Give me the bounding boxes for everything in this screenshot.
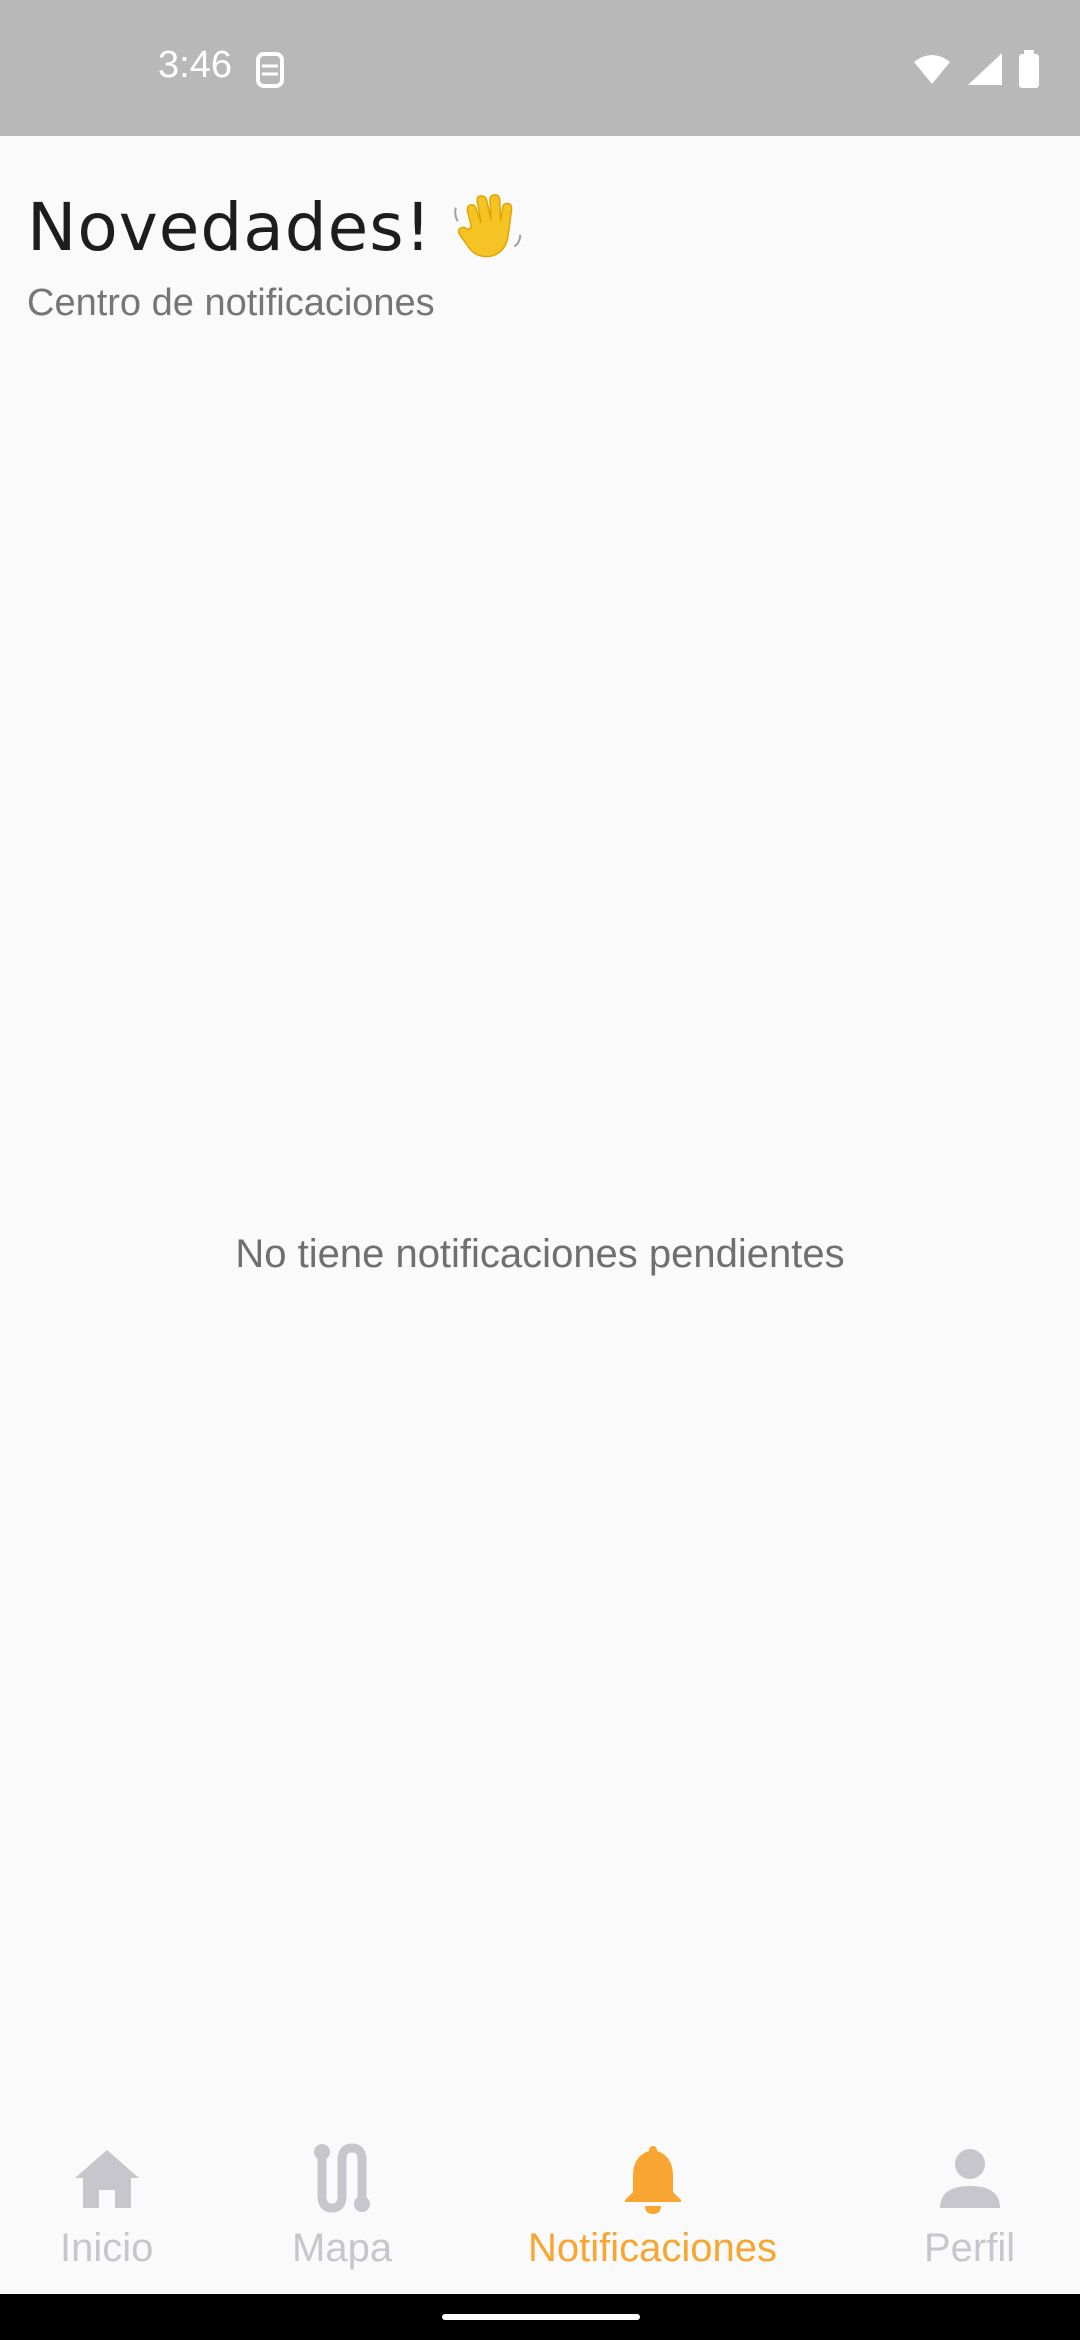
bell-icon	[624, 2146, 681, 2214]
home-icon	[74, 2150, 139, 2208]
sim-icon	[256, 52, 284, 88]
nav-item-inicio[interactable]: Inicio	[60, 2138, 153, 2271]
empty-state-message: No tiene notificaciones pendientes	[235, 1232, 845, 1276]
person-icon	[939, 2149, 1000, 2208]
nav-label-inicio: Inicio	[60, 2226, 154, 2270]
nav-label-perfil: Perfil	[924, 2226, 1016, 2270]
page-title-text: Novedades!	[27, 188, 433, 266]
nav-item-mapa[interactable]: Mapa	[292, 2138, 392, 2271]
page-header: Novedades! Centro de notificaciones	[27, 188, 528, 325]
signal-icon	[968, 53, 1002, 85]
wifi-icon	[914, 55, 950, 84]
status-bar: 3:46	[0, 0, 1080, 136]
nav-item-notificaciones[interactable]: Notificaciones	[528, 2138, 777, 2271]
battery-icon	[1019, 50, 1039, 88]
page-subtitle: Centro de notificaciones	[27, 282, 435, 324]
bottom-navigation: Inicio Mapa Notificaciones Perfil	[0, 2118, 1080, 2294]
system-gesture-bar	[0, 2294, 1080, 2340]
page-title: Novedades!	[27, 188, 528, 266]
nav-item-perfil[interactable]: Perfil	[924, 2138, 1015, 2271]
waving-hand-icon	[454, 194, 522, 258]
status-time: 3:46	[158, 44, 232, 86]
nav-label-mapa: Mapa	[292, 2226, 393, 2270]
route-icon	[314, 2143, 371, 2213]
home-gesture-handle[interactable]	[442, 2314, 640, 2320]
status-icons	[912, 50, 1040, 88]
nav-label-notificaciones: Notificaciones	[528, 2226, 778, 2270]
